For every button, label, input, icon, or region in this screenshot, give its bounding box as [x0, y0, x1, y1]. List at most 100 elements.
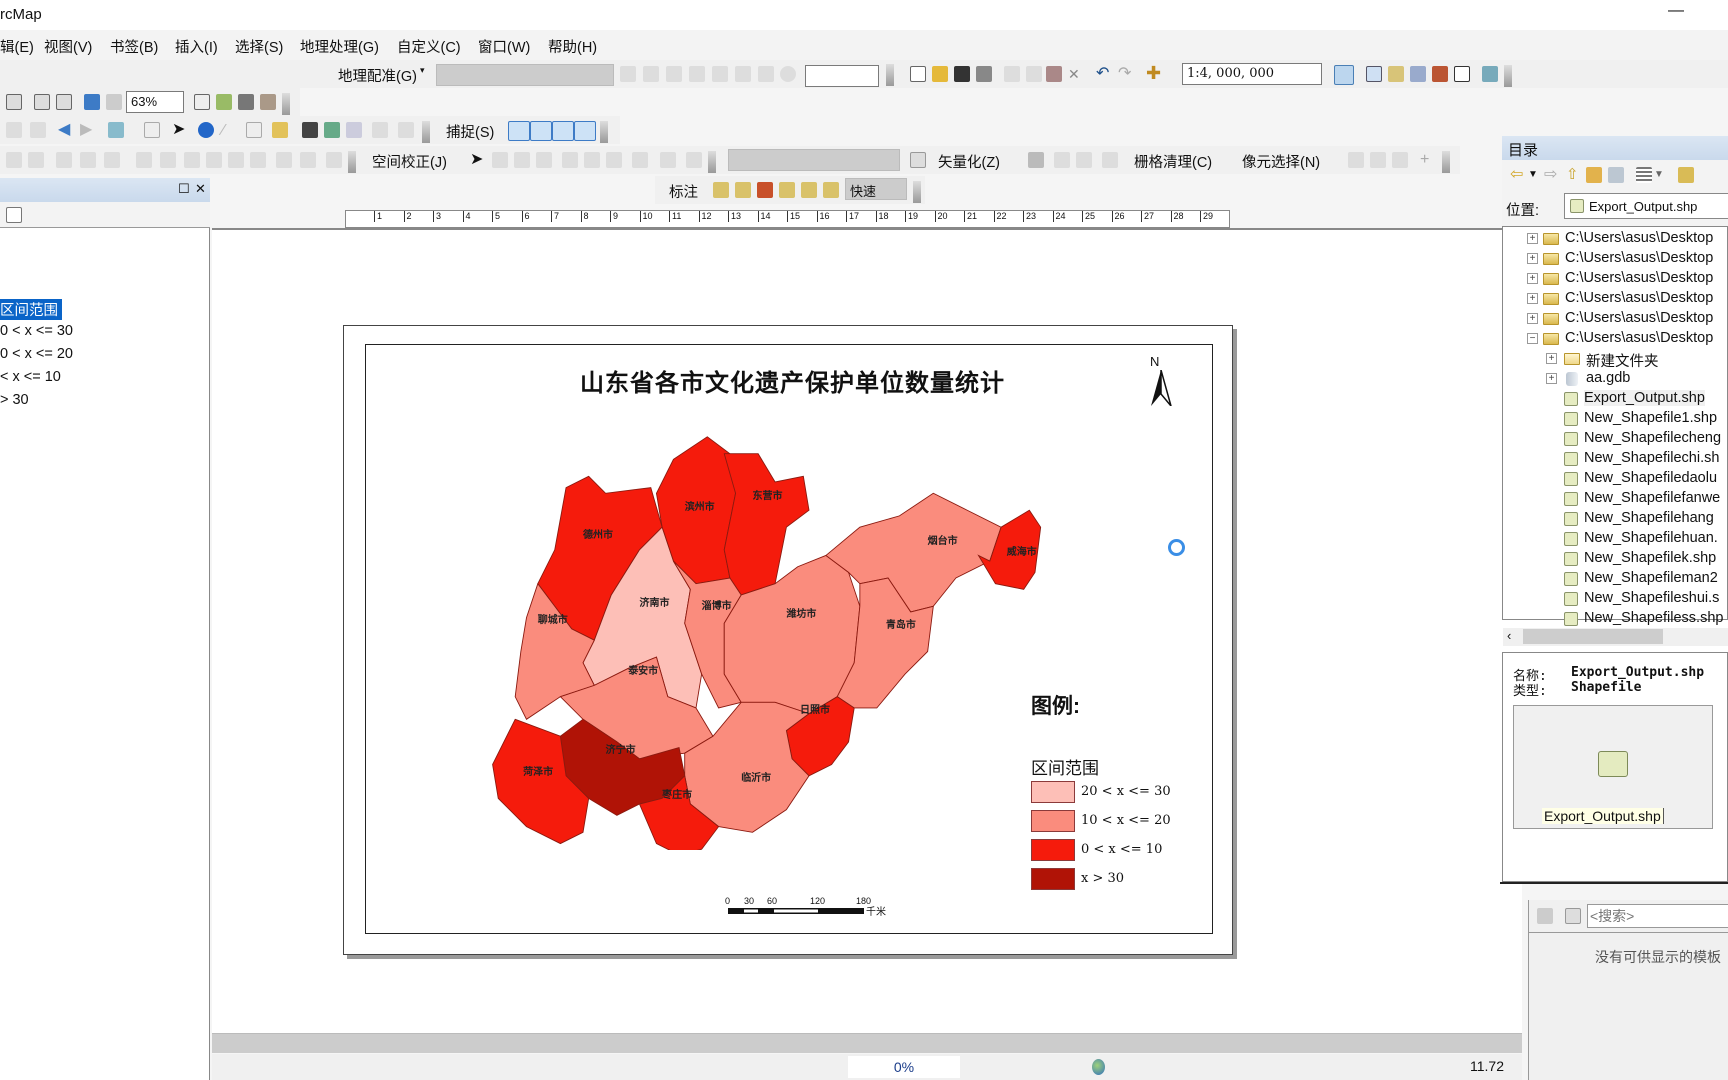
rotation-input[interactable] [805, 65, 879, 87]
menu-selection[interactable]: 选择(S) [235, 36, 283, 57]
raster-layer-select[interactable] [728, 149, 900, 171]
toggle-draft-mode-icon[interactable] [194, 94, 210, 110]
add-data-icon[interactable]: ✚ [1146, 64, 1162, 82]
connect-folder-icon[interactable] [1608, 167, 1624, 183]
trace-icon[interactable] [80, 152, 96, 168]
lock-labels-icon[interactable] [779, 182, 795, 198]
edge-match-icon[interactable] [660, 152, 676, 168]
list-by-options-icon[interactable] [6, 207, 22, 223]
filter-icon[interactable] [1537, 908, 1553, 924]
close-icon[interactable]: ✕ [195, 181, 206, 197]
toolbar-grip[interactable] [1442, 151, 1450, 173]
forward-arrow-icon[interactable]: ⇨ [1544, 167, 1560, 183]
point-snapping-icon[interactable] [508, 121, 530, 141]
add-control-point-icon[interactable] [620, 66, 636, 82]
undo-icon[interactable]: ↶ [1096, 66, 1112, 82]
identify-icon[interactable] [198, 122, 214, 138]
control-point-icon[interactable] [643, 66, 659, 82]
copy-icon[interactable] [1026, 66, 1042, 82]
reshape-icon[interactable] [228, 152, 244, 168]
toolbar-grip[interactable] [913, 181, 921, 203]
fixed-zoom-out-icon[interactable] [56, 94, 72, 110]
layout-zoom-select[interactable]: 63% [126, 91, 184, 113]
minimize-button[interactable]: — [1668, 2, 1684, 20]
select-features-icon[interactable] [108, 122, 124, 138]
search-options-icon[interactable] [1565, 908, 1581, 924]
go-to-xy-icon[interactable] [346, 122, 362, 138]
expand-icon[interactable]: + [1527, 293, 1538, 304]
modify-link-icon[interactable] [514, 152, 530, 168]
route-icon[interactable] [324, 122, 340, 138]
vertex-snapping-icon[interactable] [552, 121, 574, 141]
menu-bookmarks[interactable]: 书签(B) [110, 36, 158, 57]
edit-tool-icon[interactable] [6, 152, 22, 168]
home-icon[interactable] [1586, 167, 1602, 183]
edit-annotation-icon[interactable] [28, 152, 44, 168]
edge-snapping-icon[interactable] [574, 121, 596, 141]
toc-class-item[interactable]: 0 < x <= 20 [0, 346, 73, 362]
raster-painting-icon[interactable] [1054, 152, 1070, 168]
search-window-icon[interactable] [1410, 66, 1426, 82]
create-features-icon[interactable] [326, 152, 342, 168]
go-forward-icon[interactable] [106, 94, 122, 110]
scroll-left-icon[interactable]: ‹ [1507, 628, 1511, 643]
topology-icon[interactable] [160, 152, 176, 168]
full-extent-icon[interactable] [6, 122, 22, 138]
label-priority-icon[interactable] [735, 182, 751, 198]
map-scale-select[interactable]: 1:4, 000, 000 [1182, 63, 1322, 85]
horizontal-scrollbar[interactable] [212, 1033, 1522, 1053]
redo-icon[interactable]: ↷ [1118, 66, 1134, 82]
point-tool-icon[interactable] [136, 152, 152, 168]
expand-icon[interactable]: + [1546, 373, 1557, 384]
view-link-table-icon[interactable] [632, 152, 648, 168]
cut-polygon-icon[interactable] [206, 152, 222, 168]
label-manager-icon[interactable] [713, 182, 729, 198]
toolbar-grip[interactable] [600, 121, 608, 143]
toolbar-grip[interactable] [422, 121, 430, 143]
menu-help[interactable]: 帮助(H) [548, 36, 597, 57]
expand-icon[interactable]: + [1546, 353, 1557, 364]
menu-geoprocessing[interactable]: 地理处理(G) [300, 36, 379, 57]
arctoolbox-icon[interactable] [1432, 66, 1448, 82]
expand-icon[interactable]: + [1527, 233, 1538, 244]
add-to-selection-icon[interactable] [1392, 152, 1408, 168]
paste-icon[interactable] [1046, 66, 1062, 82]
menu-customize[interactable]: 自定义(C) [397, 36, 461, 57]
view-unplaced-labels-icon[interactable] [823, 182, 839, 198]
viewer-icon[interactable] [758, 66, 774, 82]
straight-segment-icon[interactable] [56, 152, 72, 168]
up-one-level-icon[interactable]: ⇧ [1566, 167, 1582, 183]
georef-layer-select[interactable] [436, 64, 614, 86]
end-snapping-icon[interactable] [530, 121, 552, 141]
catalog-window-icon[interactable] [1388, 66, 1404, 82]
cut-icon[interactable] [1004, 66, 1020, 82]
menu-edit[interactable]: 辑(E) [0, 36, 34, 57]
pencil-icon[interactable] [1076, 152, 1092, 168]
collapse-icon[interactable]: − [1527, 333, 1538, 344]
chevron-down-icon[interactable]: ▼ [1654, 167, 1670, 183]
cell-selection-menu[interactable]: 像元选择(N) [1242, 151, 1320, 172]
chevron-down-icon[interactable]: ▼ [1528, 167, 1544, 183]
identity-link-icon[interactable] [562, 152, 578, 168]
label-weight-icon[interactable] [757, 182, 773, 198]
snapping-menu[interactable]: 捕捉(S) [446, 121, 494, 142]
time-slider-icon[interactable] [372, 122, 388, 138]
vectorization-settings-icon[interactable] [910, 152, 926, 168]
python-window-icon[interactable] [1454, 66, 1470, 82]
forward-extent-icon[interactable]: ▶ [80, 122, 96, 138]
toolbar-grip[interactable] [1504, 65, 1512, 87]
split-icon[interactable] [184, 152, 200, 168]
attributes-icon[interactable] [276, 152, 292, 168]
focus-data-frame-icon[interactable] [216, 94, 232, 110]
zoom-to-1-1-icon[interactable] [6, 94, 22, 110]
select-elements-icon[interactable]: ➤ [172, 122, 188, 138]
location-input[interactable]: Export_Output.shp [1564, 193, 1728, 219]
editor-toolbar-icon[interactable] [1334, 65, 1354, 85]
html-popup-icon[interactable] [246, 122, 262, 138]
thumbnail-box[interactable]: Export_Output.shp [1513, 705, 1713, 829]
menu-insert[interactable]: 插入(I) [175, 36, 218, 57]
labeling-menu[interactable]: 标注 [669, 181, 698, 202]
menu-windows[interactable]: 窗口(W) [478, 36, 530, 57]
toolbar-grip[interactable] [282, 93, 290, 115]
expand-icon[interactable]: + [1527, 273, 1538, 284]
